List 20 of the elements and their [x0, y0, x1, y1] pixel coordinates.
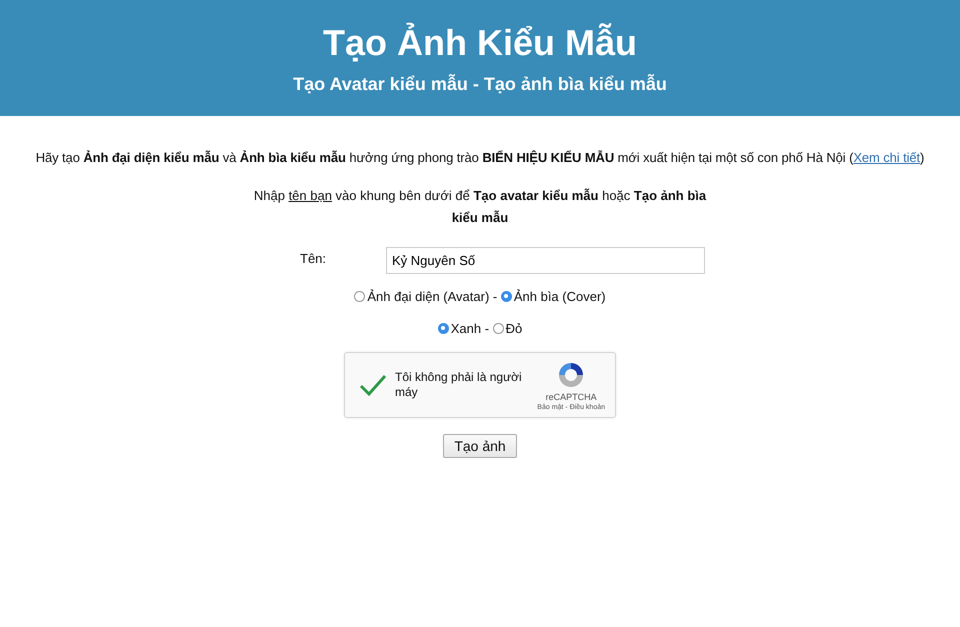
separator-text: -	[492, 288, 498, 304]
instruction-text: Nhập tên bạn vào khung bên dưới để Tạo avatar kiểu mẫu hoặc Tạo ảnh bìa kiểu mẫu	[252, 187, 708, 227]
page-subtitle: Tạo Avatar kiểu mẫu - Tạo ảnh bìa kiểu mẫu	[293, 74, 667, 94]
radio-label: Ảnh đại diện (Avatar)	[367, 288, 490, 304]
radio-label: Đỏ	[506, 320, 522, 336]
radio-button[interactable]	[492, 322, 504, 334]
captcha-label: Tôi không phải là người máy	[395, 370, 523, 400]
radio-button[interactable]	[500, 290, 512, 302]
radio-button[interactable]	[354, 290, 366, 302]
radio-label: Xanh	[450, 320, 482, 336]
name-label: Tên:	[300, 250, 328, 266]
create-button[interactable]: Tạo ảnh	[443, 434, 517, 458]
captcha-brand: reCAPTCHA	[546, 392, 597, 402]
radio-button[interactable]	[438, 322, 449, 334]
radio-label: Ảnh bìa (Cover)	[514, 288, 606, 304]
name-field[interactable]: Kỷ Nguyên Số	[386, 247, 705, 274]
intro-text: Hãy tạo Ảnh đại diện kiểu mẫu và Ảnh bìa kiểu mẫu hưởng ứng phong trào BIỂN HIỆU KIỂU MẪU mới xuất hiện tại một số con phố Hà Nội (Xem chi tiết)	[34, 150, 926, 165]
page-title: Tạo Ảnh Kiểu Mẫu	[323, 22, 637, 64]
separator-text: -	[484, 320, 490, 336]
detail-link[interactable]: Xem chi tiết	[853, 150, 920, 165]
